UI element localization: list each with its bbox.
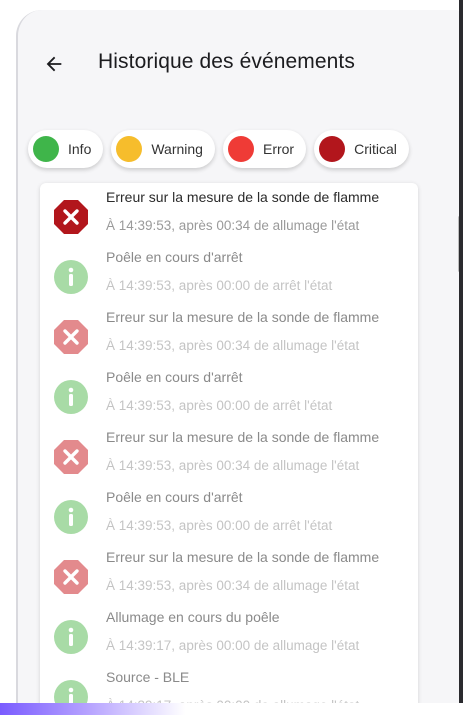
event-title: Erreur sur la mesure de la sonde de flam… — [106, 429, 380, 445]
info-circle-icon — [53, 379, 89, 415]
event-title: Poêle en cours d'arrêt — [106, 489, 243, 505]
event-title: Allumage en cours du poêle — [106, 609, 280, 625]
info-dot-icon — [33, 136, 59, 162]
event-subtitle: À 14:39:53, après 00:34 de allumage l'ét… — [106, 218, 360, 233]
filter-chip-label: Error — [262, 141, 295, 157]
back-button[interactable] — [40, 50, 68, 78]
event-item[interactable]: Allumage en cours du poêle À 14:39:17, a… — [40, 603, 418, 663]
app-screen: Historique des événements Info Warning E… — [16, 10, 462, 710]
event-list[interactable]: Erreur sur la mesure de la sonde de flam… — [40, 183, 418, 710]
event-item[interactable]: Poêle en cours d'arrêt À 14:39:53, après… — [40, 243, 418, 303]
filter-chip-error[interactable]: Error — [222, 130, 307, 168]
device-edge — [459, 0, 463, 715]
critical-dot-icon — [319, 136, 346, 162]
event-item[interactable]: Erreur sur la mesure de la sonde de flam… — [40, 423, 418, 483]
event-subtitle: À 14:39:53, après 00:00 de arrêt l'état — [106, 518, 333, 533]
critical-octagon-icon — [53, 199, 89, 235]
app-bar: Historique des événements — [18, 10, 462, 120]
info-circle-icon — [53, 259, 89, 295]
filter-chip-label: Info — [68, 141, 92, 157]
event-subtitle: À 14:39:53, après 00:00 de arrêt l'état — [106, 278, 333, 293]
info-circle-icon — [53, 619, 89, 655]
event-subtitle: À 14:39:53, après 00:34 de allumage l'ét… — [106, 578, 360, 593]
event-title: Poêle en cours d'arrêt — [106, 249, 243, 265]
device-bottom-glow — [0, 703, 463, 715]
filter-chip-warning[interactable]: Warning — [111, 130, 215, 168]
event-title: Erreur sur la mesure de la sonde de flam… — [106, 549, 380, 565]
critical-octagon-icon — [53, 559, 89, 595]
filter-chip-info[interactable]: Info — [28, 130, 104, 168]
warning-dot-icon — [116, 136, 143, 162]
event-item[interactable]: Erreur sur la mesure de la sonde de flam… — [40, 543, 418, 603]
critical-octagon-icon — [53, 319, 89, 355]
event-title: Erreur sur la mesure de la sonde de flam… — [106, 309, 380, 325]
event-item[interactable]: Poêle en cours d'arrêt À 14:39:53, après… — [40, 483, 418, 543]
critical-octagon-icon — [53, 439, 89, 475]
event-subtitle: À 14:39:53, après 00:34 de allumage l'ét… — [106, 458, 360, 473]
event-title: Source - BLE — [106, 669, 190, 685]
severity-filters: Info Warning Error Critical — [28, 130, 462, 172]
page-title: Historique des événements — [98, 50, 355, 73]
filter-chip-label: Warning — [151, 141, 203, 157]
event-subtitle: À 14:39:17, après 00:00 de allumage l'ét… — [106, 638, 360, 653]
event-item[interactable]: Erreur sur la mesure de la sonde de flam… — [40, 303, 418, 363]
event-item[interactable]: Erreur sur la mesure de la sonde de flam… — [40, 183, 418, 243]
event-title: Poêle en cours d'arrêt — [106, 369, 243, 385]
event-subtitle: À 14:39:53, après 00:34 de allumage l'ét… — [106, 338, 360, 353]
error-dot-icon — [227, 136, 254, 162]
event-title: Erreur sur la mesure de la sonde de flam… — [106, 189, 380, 205]
filter-chip-critical[interactable]: Critical — [314, 130, 409, 168]
arrow-left-icon — [46, 56, 62, 72]
event-subtitle: À 14:39:53, après 00:00 de arrêt l'état — [106, 398, 333, 413]
info-circle-icon — [53, 499, 89, 535]
event-item[interactable]: Poêle en cours d'arrêt À 14:39:53, après… — [40, 363, 418, 423]
filter-chip-label: Critical — [354, 141, 397, 157]
